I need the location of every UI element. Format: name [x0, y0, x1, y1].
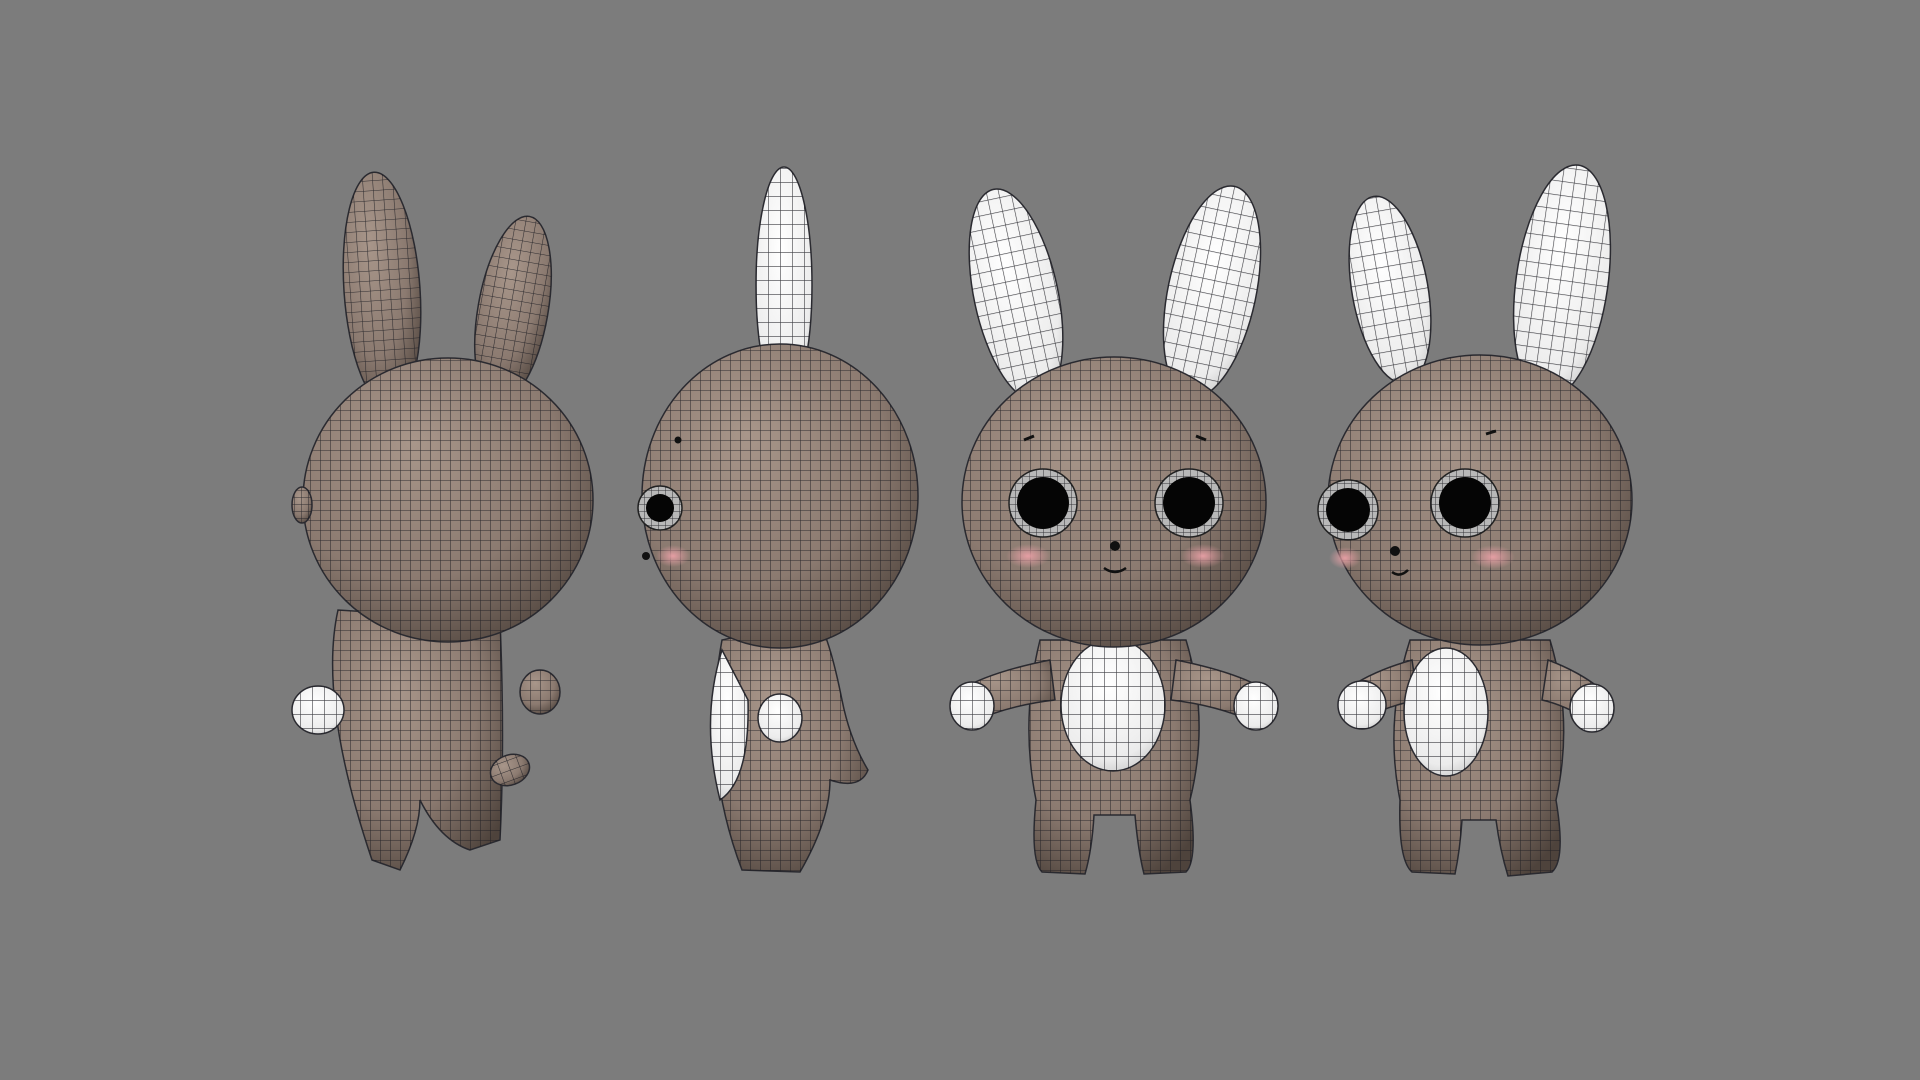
belly [1403, 647, 1489, 777]
eye-right [1430, 468, 1500, 538]
belly [1060, 638, 1166, 772]
blush-left [1329, 547, 1361, 569]
blush-right [1471, 545, 1515, 569]
eye-edge [291, 486, 313, 524]
hand-left [1337, 680, 1387, 730]
eye-left [1008, 468, 1078, 538]
blush-left [1006, 544, 1050, 568]
hand-right [519, 669, 561, 715]
head [302, 357, 594, 643]
eye [637, 485, 683, 531]
eye-right [1154, 468, 1224, 538]
hand [757, 693, 803, 743]
head [641, 343, 919, 649]
blush [656, 545, 690, 567]
blush-right [1181, 544, 1225, 568]
eyebrow [674, 436, 682, 444]
3d-viewport[interactable] [0, 0, 1920, 1080]
hand-right [1569, 683, 1615, 733]
nose [1110, 541, 1120, 551]
nose [642, 552, 650, 560]
hand-right [1233, 681, 1279, 731]
model-turnaround-scene [0, 0, 1920, 1080]
hand-left [291, 685, 345, 735]
nose [1390, 546, 1400, 556]
hand-left [949, 681, 995, 731]
eye-left [1317, 479, 1379, 541]
